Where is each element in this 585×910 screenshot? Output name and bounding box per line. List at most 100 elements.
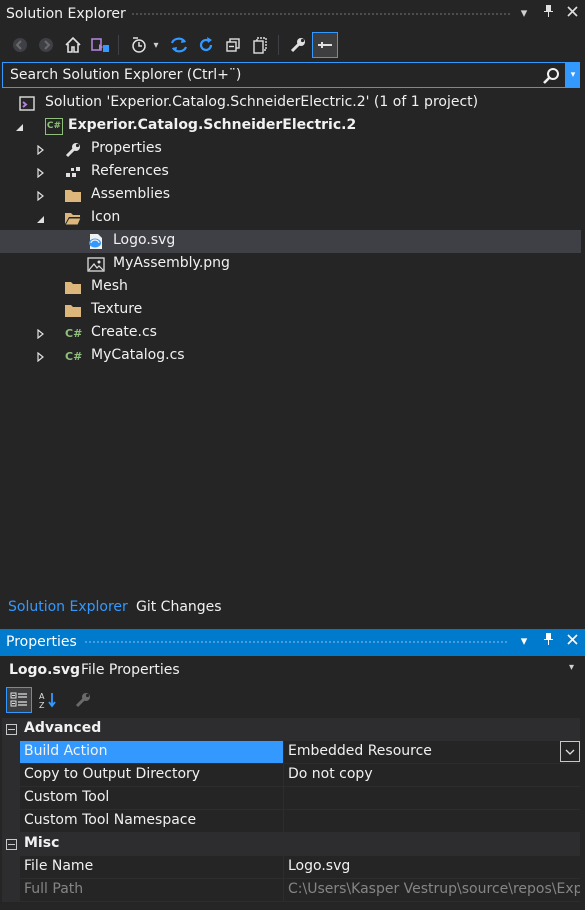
property-name: Copy to Output Directory bbox=[24, 766, 201, 782]
expand-arrow-icon[interactable] bbox=[36, 145, 46, 155]
folder-open-icon bbox=[64, 213, 82, 226]
drag-grip[interactable] bbox=[131, 12, 511, 17]
close-icon[interactable] bbox=[565, 633, 579, 651]
search-input[interactable]: Search Solution Explorer (Ctrl+¨) bbox=[10, 67, 241, 83]
collapse-arrow-icon[interactable] bbox=[36, 214, 46, 224]
search-icon[interactable] bbox=[542, 67, 560, 89]
tree-item-references[interactable]: References bbox=[0, 161, 581, 184]
property-value: C:\Users\Kasper Vestrup\source\repos\Exp… bbox=[288, 881, 580, 897]
refresh-button[interactable] bbox=[194, 32, 218, 58]
tree-item-project[interactable]: C# Experior.Catalog.SchneiderElectric.2 bbox=[0, 115, 581, 138]
preview-selected-items-button[interactable] bbox=[312, 32, 338, 58]
switch-views-button[interactable] bbox=[88, 32, 112, 58]
categorized-button[interactable] bbox=[6, 687, 32, 713]
tree-item-create-cs[interactable]: C# Create.cs bbox=[0, 322, 581, 345]
pin-icon[interactable] bbox=[541, 632, 555, 652]
alphabetical-button[interactable]: AZ bbox=[35, 687, 61, 713]
property-row-build-action[interactable]: Build Action Embedded Resource bbox=[2, 741, 580, 764]
tree-item-label: Logo.svg bbox=[113, 232, 176, 248]
category-misc[interactable]: Misc bbox=[2, 833, 580, 856]
properties-titlebar[interactable]: Properties ▾ bbox=[0, 629, 585, 656]
pending-changes-filter-button[interactable] bbox=[127, 32, 151, 58]
property-row-full-path[interactable]: Full Path C:\Users\Kasper Vestrup\source… bbox=[2, 879, 580, 902]
tree-item-solution[interactable]: Solution 'Experior.Catalog.SchneiderElec… bbox=[0, 92, 581, 115]
tree-item-myassembly-png[interactable]: MyAssembly.png bbox=[0, 253, 581, 276]
csharp-project-icon: C# bbox=[45, 118, 63, 135]
collapse-box-icon[interactable] bbox=[6, 724, 17, 735]
tree-item-icon[interactable]: Icon bbox=[0, 207, 581, 230]
filter-dropdown-icon[interactable]: ▾ bbox=[149, 32, 163, 58]
svg-file-icon bbox=[89, 234, 102, 249]
forward-button[interactable] bbox=[34, 32, 58, 58]
tree-item-texture[interactable]: Texture bbox=[0, 299, 581, 322]
property-value[interactable]: Do not copy bbox=[288, 766, 373, 782]
property-row-copy-to-output[interactable]: Copy to Output Directory Do not copy bbox=[2, 764, 580, 787]
property-name: Custom Tool bbox=[24, 789, 110, 805]
tree-item-properties[interactable]: Properties bbox=[0, 138, 581, 161]
search-box[interactable]: Search Solution Explorer (Ctrl+¨) bbox=[2, 62, 566, 88]
tree-item-label: MyAssembly.png bbox=[113, 255, 230, 271]
dropdown-arrow-icon[interactable]: ▾ bbox=[517, 5, 531, 23]
drag-grip[interactable] bbox=[84, 640, 509, 645]
tab-solution-explorer[interactable]: Solution Explorer bbox=[8, 599, 128, 615]
tree-item-label: Experior.Catalog.SchneiderElectric.2 bbox=[68, 117, 357, 133]
panel-title: Solution Explorer bbox=[6, 6, 126, 22]
pin-icon[interactable] bbox=[541, 4, 555, 24]
property-name: Full Path bbox=[24, 881, 84, 897]
property-value[interactable]: Logo.svg bbox=[288, 858, 350, 874]
expand-arrow-icon[interactable] bbox=[36, 191, 46, 201]
chevron-down-icon bbox=[565, 749, 575, 755]
category-advanced[interactable]: Advanced bbox=[2, 718, 580, 741]
csharp-file-icon: C# bbox=[65, 350, 83, 363]
tree-item-mesh[interactable]: Mesh bbox=[0, 276, 581, 299]
tree-item-logo-svg[interactable]: Logo.svg bbox=[0, 230, 581, 253]
solution-icon bbox=[19, 96, 35, 111]
solution-explorer-titlebar[interactable]: Solution Explorer ▾ bbox=[0, 0, 585, 29]
collapse-arrow-icon[interactable] bbox=[15, 122, 25, 132]
show-all-files-button[interactable] bbox=[248, 32, 272, 58]
object-selector[interactable]: Logo.svg File Properties ▾ bbox=[2, 659, 580, 683]
solution-explorer-tabs: Solution Explorer Git Changes bbox=[0, 595, 585, 621]
category-label: Advanced bbox=[24, 720, 102, 736]
property-value[interactable]: Embedded Resource bbox=[288, 743, 432, 759]
categorized-icon bbox=[10, 692, 27, 707]
tree-item-label: References bbox=[91, 163, 169, 179]
collapse-all-button[interactable] bbox=[221, 32, 245, 58]
tree-item-label: Solution 'Experior.Catalog.SchneiderElec… bbox=[45, 94, 479, 110]
csharp-file-icon: C# bbox=[65, 327, 83, 340]
wrench-icon bbox=[65, 143, 80, 158]
properties-toolbar: AZ bbox=[0, 685, 585, 717]
folder-icon bbox=[65, 305, 81, 317]
value-dropdown-button[interactable] bbox=[560, 741, 580, 762]
solution-explorer-panel: Solution Explorer ▾ ▾ Search Solution Ex… bbox=[0, 0, 585, 625]
expand-arrow-icon[interactable] bbox=[36, 352, 46, 362]
home-button[interactable] bbox=[61, 32, 85, 58]
object-type: File Properties bbox=[81, 662, 180, 678]
property-pages-button[interactable] bbox=[70, 687, 96, 713]
expand-arrow-icon[interactable] bbox=[36, 168, 46, 178]
window-controls: ▾ bbox=[517, 632, 579, 652]
collapse-box-icon[interactable] bbox=[6, 839, 17, 850]
tree-item-label: Texture bbox=[91, 301, 143, 317]
back-button[interactable] bbox=[8, 32, 32, 58]
property-row-custom-tool[interactable]: Custom Tool bbox=[2, 787, 580, 810]
sync-with-active-document-button[interactable] bbox=[167, 32, 191, 58]
references-icon bbox=[66, 167, 80, 177]
properties-wrench-button[interactable] bbox=[286, 32, 310, 58]
close-icon[interactable] bbox=[565, 5, 579, 23]
property-row-file-name[interactable]: File Name Logo.svg bbox=[2, 856, 580, 879]
window-controls: ▾ bbox=[517, 4, 579, 24]
chevron-down-icon[interactable]: ▾ bbox=[569, 662, 574, 673]
panel-title: Properties bbox=[6, 634, 77, 650]
search-options-dropdown[interactable]: ▾ bbox=[566, 62, 580, 88]
tree-item-assemblies[interactable]: Assemblies bbox=[0, 184, 581, 207]
tree-item-label: Mesh bbox=[91, 278, 128, 294]
expand-arrow-icon[interactable] bbox=[36, 329, 46, 339]
tree-item-mycatalog-cs[interactable]: C# MyCatalog.cs bbox=[0, 345, 581, 368]
tab-git-changes[interactable]: Git Changes bbox=[136, 599, 222, 615]
dropdown-arrow-icon[interactable]: ▾ bbox=[517, 633, 531, 651]
property-name: Custom Tool Namespace bbox=[24, 812, 197, 828]
property-row-custom-tool-namespace[interactable]: Custom Tool Namespace bbox=[2, 810, 580, 833]
tree-item-label: MyCatalog.cs bbox=[91, 347, 185, 363]
solution-explorer-toolbar: ▾ bbox=[0, 29, 585, 61]
